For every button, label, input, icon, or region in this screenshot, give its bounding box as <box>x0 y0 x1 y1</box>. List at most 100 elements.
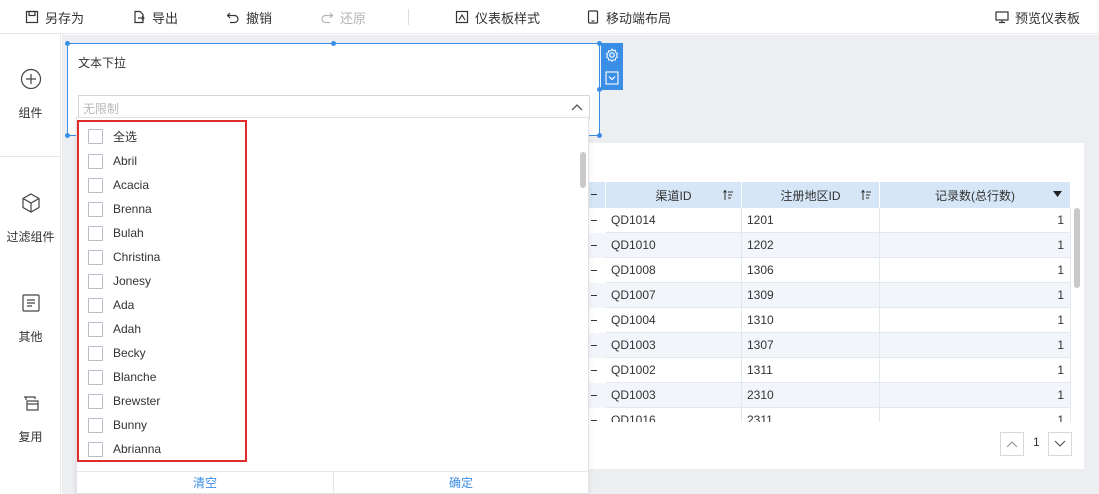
mobile-layout-button[interactable]: 移动端布局 <box>586 0 671 34</box>
rail-label-component: 组件 <box>18 106 43 120</box>
checkbox[interactable] <box>88 297 103 313</box>
option-item[interactable]: Acacia <box>88 175 149 195</box>
style-icon <box>455 10 469 24</box>
cell-channel-id: QD1002 <box>606 358 742 383</box>
cell-channel-id: QD1007 <box>606 283 742 308</box>
left-rail: 组件 过滤组件 其他 复用 <box>0 34 61 494</box>
option-item[interactable]: Abrianna <box>88 439 161 459</box>
mobile-layout-label: 移动端布局 <box>606 10 672 26</box>
table-row[interactable]: QD1002 1311 1 <box>588 358 1071 383</box>
checkbox[interactable] <box>88 345 103 361</box>
option-item[interactable]: Christina <box>88 247 160 267</box>
option-item[interactable]: Adah <box>88 319 141 339</box>
widget-collapse-button[interactable] <box>604 70 620 86</box>
toolbar: 另存为 导出 撤销 还原 仪表板样式 移动端布局 预览仪表板 <box>0 0 1099 34</box>
filter-select-placeholder: 无限制 <box>83 102 120 116</box>
cell-region-id: 1311 <box>742 358 880 383</box>
export-button[interactable]: 导出 <box>132 0 178 34</box>
table-header-record-count[interactable]: 记录数(总行数) <box>880 182 1071 208</box>
checkbox[interactable] <box>88 201 103 217</box>
option-item[interactable]: Ada <box>88 295 134 315</box>
option-item[interactable]: Blanche <box>88 367 156 387</box>
header-region-id-label: 注册地区ID <box>780 188 841 203</box>
table-scrollbar[interactable] <box>1074 208 1080 288</box>
checkbox[interactable] <box>88 128 103 144</box>
option-item[interactable]: Becky <box>88 343 146 363</box>
dropdown-scrollbar[interactable] <box>580 152 586 188</box>
widget-settings-button[interactable] <box>604 47 620 63</box>
preview-dashboard-button[interactable]: 预览仪表板 <box>995 0 1080 34</box>
confirm-button[interactable]: 确定 <box>334 472 588 494</box>
undo-label: 撤销 <box>246 10 273 26</box>
filter-dropdown-panel: 全选 Abril Acacia Brenna Bulah Christina J… <box>76 117 589 494</box>
chevron-down-icon <box>1054 440 1066 447</box>
gear-icon <box>605 48 619 62</box>
checkbox[interactable] <box>88 273 103 289</box>
cell-channel-id: QD1003 <box>606 383 742 408</box>
option-item[interactable]: Brewster <box>88 391 160 411</box>
option-item[interactable]: Jonesy <box>88 271 151 291</box>
rail-item-other[interactable]: 其他 <box>0 292 61 345</box>
option-label: Brenna <box>113 202 152 216</box>
checkbox[interactable] <box>88 249 103 265</box>
filter-select[interactable]: 无限制 <box>78 95 590 119</box>
table-header-channel-id[interactable]: 渠道ID <box>606 182 742 208</box>
table-row[interactable]: QD1008 1306 1 <box>588 258 1071 283</box>
rail-item-filter-component[interactable]: 过滤组件 <box>0 192 61 245</box>
checkbox[interactable] <box>88 441 103 457</box>
option-label: 全选 <box>113 129 138 144</box>
option-label: Ada <box>113 298 135 312</box>
cell-channel-id: QD1010 <box>606 233 742 258</box>
checkbox[interactable] <box>88 177 103 193</box>
table-row[interactable]: QD1003 1307 1 <box>588 333 1071 358</box>
dashboard-style-button[interactable]: 仪表板样式 <box>455 0 540 34</box>
resize-handle[interactable] <box>331 41 336 46</box>
toolbar-divider <box>408 9 409 25</box>
resize-handle[interactable] <box>597 133 602 138</box>
cell-region-id: 1307 <box>742 333 880 358</box>
checkbox[interactable] <box>88 225 103 241</box>
undo-button[interactable]: 撤销 <box>226 0 272 34</box>
clear-button[interactable]: 清空 <box>77 472 333 494</box>
table-widget[interactable]: 渠道ID 注册地区ID 记录数(总行数) QD1014 1201 1 QD1010 1… <box>588 143 1084 469</box>
checkbox[interactable] <box>88 393 103 409</box>
table-row[interactable]: QD1014 1201 1 <box>588 208 1071 233</box>
cell-region-id: 1201 <box>742 208 880 233</box>
sort-icon[interactable] <box>723 189 733 201</box>
table-row[interactable]: QD1010 1202 1 <box>588 233 1071 258</box>
rail-divider <box>0 156 61 157</box>
rail-item-component[interactable]: 组件 <box>0 68 61 121</box>
table-row[interactable]: QD1016 2311 1 <box>588 408 1071 422</box>
resize-handle[interactable] <box>65 41 70 46</box>
option-item[interactable]: Abril <box>88 151 137 171</box>
cell-channel-id: QD1016 <box>606 408 742 422</box>
table-row[interactable]: QD1003 2310 1 <box>588 383 1071 408</box>
cell-channel-id: QD1003 <box>606 333 742 358</box>
option-select-all[interactable]: 全选 <box>88 126 137 146</box>
table-row[interactable]: QD1004 1310 1 <box>588 308 1071 333</box>
redo-button[interactable]: 还原 <box>320 0 366 34</box>
table-body: QD1014 1201 1 QD1010 1202 1 QD1008 1306 1 QD10… <box>588 208 1071 422</box>
sort-icon[interactable] <box>861 189 871 201</box>
next-page-button[interactable] <box>1048 432 1072 456</box>
cell-channel-id: QD1004 <box>606 308 742 333</box>
checkbox[interactable] <box>88 153 103 169</box>
table-header: 渠道ID 注册地区ID 记录数(总行数) <box>588 182 1071 208</box>
resize-handle[interactable] <box>65 133 70 138</box>
checkbox[interactable] <box>88 321 103 337</box>
option-item[interactable]: Bulah <box>88 223 144 243</box>
option-item[interactable]: Bunny <box>88 415 147 435</box>
dropdown-footer: 清空 确定 <box>77 471 588 494</box>
table-header-region-id[interactable]: 注册地区ID <box>742 182 880 208</box>
caret-down-icon[interactable] <box>1053 191 1062 198</box>
rail-label-other: 其他 <box>18 330 43 344</box>
checkbox[interactable] <box>88 369 103 385</box>
rail-item-reuse[interactable]: 复用 <box>0 392 61 445</box>
prev-page-button[interactable] <box>1000 432 1024 456</box>
export-icon <box>134 10 145 24</box>
option-item[interactable]: Brenna <box>88 199 152 219</box>
checkbox[interactable] <box>88 417 103 433</box>
table-header-spacer <box>588 182 606 208</box>
table-row[interactable]: QD1007 1309 1 <box>588 283 1071 308</box>
save-as-button[interactable]: 另存为 <box>25 0 84 34</box>
